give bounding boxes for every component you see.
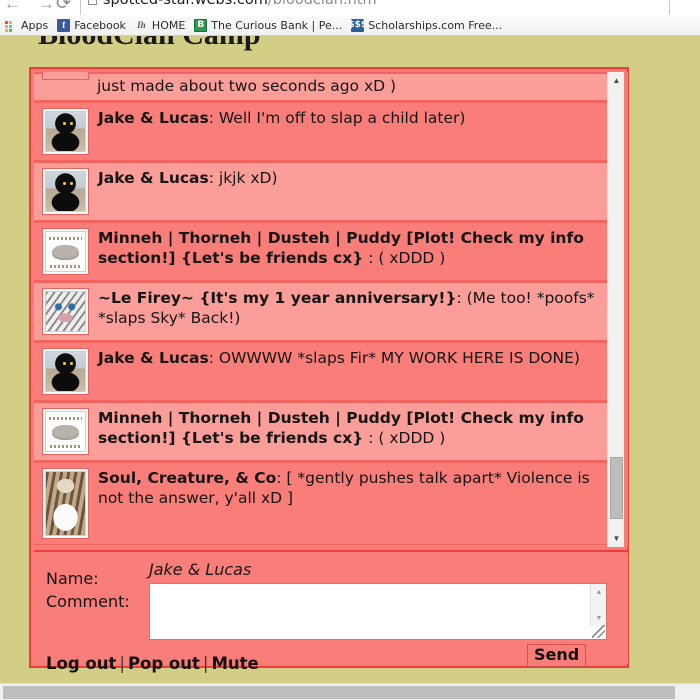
horizontal-scrollbar-thumb[interactable] (3, 686, 675, 699)
chat-message-author: Minneh | Thorneh | Dusteh | Puddy [Plot!… (98, 228, 584, 267)
chat-message: Minneh | Thorneh | Dusteh | Puddy [Plot!… (34, 400, 611, 461)
apps-grid-icon (4, 19, 17, 32)
navigation-buttons[interactable]: ← → (4, 0, 61, 14)
bookmark-label: Facebook (74, 19, 126, 32)
pusheen-cat-avatar (45, 410, 86, 452)
send-button[interactable]: Send (527, 644, 587, 667)
bookmark-label: Scholarships.com Free... (368, 19, 503, 32)
message-form: Name: Jake & Lucas Comment: ▲ ▼ Send Log… (34, 550, 628, 673)
pop-out-link[interactable]: Pop out (128, 654, 200, 673)
bookmark-home[interactable]: Ih HOME (135, 19, 185, 32)
chat-message: ~Le Firey~ {It's my 1 year anniversary!}… (34, 280, 611, 341)
scholarships-icon: $$$ (348, 19, 368, 32)
address-bar[interactable]: spotted-star.webs.com/bloodclan.htm (80, 0, 670, 15)
black-cat-avatar (45, 110, 86, 152)
scroll-down-arrow-icon[interactable]: ▼ (608, 530, 625, 547)
bookmark-curious-bank[interactable]: B The Curious Bank | Pe... (194, 19, 342, 32)
comment-scrollbar[interactable]: ▲ ▼ (590, 584, 606, 626)
avatar (42, 347, 89, 395)
avatar (42, 287, 89, 335)
chat-message-author: Jake & Lucas (98, 108, 209, 127)
pusheen-caption (49, 264, 82, 269)
chat-message: Minneh | Thorneh | Dusteh | Puddy [Plot!… (34, 220, 611, 281)
comment-field-wrapper[interactable]: ▲ ▼ (149, 583, 607, 640)
link-separator: | (202, 654, 209, 673)
scroll-up-arrow-icon[interactable]: ▲ (608, 72, 625, 89)
comment-label: Comment: (46, 592, 130, 611)
url-host: spotted-star.webs.com (103, 0, 268, 8)
chat-message-text: : ( xDDD ) (363, 428, 446, 447)
browser-chrome: ← → ⟳ spotted-star.webs.com/bloodclan.ht… (0, 0, 700, 36)
avatar (42, 167, 89, 215)
avatar (42, 407, 89, 455)
avatar (42, 467, 89, 539)
comment-input[interactable] (150, 584, 590, 639)
black-cat-avatar (45, 170, 86, 212)
chat-message: Soul, Creature, & Co: [ *gently pushes t… (34, 460, 611, 545)
chat-message-author: Soul, Creature, & Co (98, 468, 277, 487)
chat-message: just made about two seconds ago xD ) (34, 72, 611, 101)
comment-scroll-up-icon[interactable]: ▲ (591, 584, 607, 600)
omnibox-strip: ← → ⟳ spotted-star.webs.com/bloodclan.ht… (0, 0, 700, 16)
chat-message-body: Jake & Lucas: jkjk xD) (98, 168, 605, 189)
comment-scroll-down-icon[interactable]: ▼ (591, 610, 607, 626)
avatar (42, 227, 89, 275)
chat-message: Jake & Lucas: Well I'm off to slap a chi… (34, 100, 611, 161)
messages-pane: just made about two seconds ago xD ) Jake… (34, 72, 628, 547)
reload-icon[interactable]: ⟳ (56, 0, 71, 14)
avatar (42, 72, 89, 80)
name-value: Jake & Lucas (149, 560, 252, 579)
pusheen-caption (49, 444, 82, 449)
calico-cat-avatar (45, 470, 86, 536)
chat-message-body: ~Le Firey~ {It's my 1 year anniversary!}… (98, 288, 605, 329)
curious-bank-icon: B (194, 19, 208, 32)
url-path: /bloodclan.htm (267, 0, 377, 8)
chatbox-widget: just made about two seconds ago xD ) Jake… (29, 67, 629, 673)
chat-message: Jake & Lucas: OWWWW *slaps Fir* MY WORK … (34, 340, 611, 401)
bookmark-label: HOME (151, 19, 186, 32)
chat-message-body: Jake & Lucas: Well I'm off to slap a chi… (98, 108, 605, 129)
chat-message-text: : jkjk xD) (208, 168, 278, 187)
chat-message-author: Jake & Lucas (98, 168, 209, 187)
chat-message-body: just made about two seconds ago xD ) (42, 76, 605, 97)
home-italic-icon: Ih (137, 20, 146, 30)
chat-message-author: Minneh | Thorneh | Dusteh | Puddy [Plot!… (98, 408, 584, 447)
chat-message-text: : ( xDDD ) (363, 248, 446, 267)
bookmarks-bar: Apps f Facebook Ih HOME B The Curious Ba… (0, 16, 700, 36)
textarea-resize-grip-icon[interactable] (592, 625, 605, 638)
messages-list[interactable]: just made about two seconds ago xD ) Jake… (34, 72, 611, 547)
chat-message-author: Jake & Lucas (98, 348, 209, 367)
log-out-link[interactable]: Log out (46, 654, 116, 673)
name-label: Name: (46, 569, 99, 588)
bookmark-label: The Curious Bank | Pe... (211, 19, 343, 32)
chat-message-author: ~Le Firey~ {It's my 1 year anniversary!} (98, 288, 457, 307)
chat-message-text: : Well I'm off to slap a child later) (208, 108, 466, 127)
address-bar-text: spotted-star.webs.com/bloodclan.htm (103, 0, 377, 8)
avatar (42, 107, 89, 155)
chat-message-text: just made about two seconds ago xD ) (97, 77, 397, 95)
bookmark-apps[interactable]: Apps (4, 19, 48, 32)
chat-message-body: Minneh | Thorneh | Dusteh | Puddy [Plot!… (98, 228, 605, 269)
page-title: BloodClan Camp (38, 36, 261, 52)
bookmark-facebook[interactable]: f Facebook (57, 19, 126, 32)
messages-scrollbar[interactable]: ▲ ▼ (607, 72, 624, 547)
link-separator: | (119, 654, 125, 673)
chat-message-body: Jake & Lucas: OWWWW *slaps Fir* MY WORK … (98, 348, 605, 369)
footer-links: Log out | Pop out | Mute (46, 654, 259, 673)
chat-message-text: : OWWWW *slaps Fir* MY WORK HERE IS DONE… (208, 348, 580, 367)
facebook-icon: f (57, 19, 71, 32)
mute-link[interactable]: Mute (211, 654, 258, 673)
page-info-icon[interactable] (88, 0, 97, 5)
chat-message-body: Minneh | Thorneh | Dusteh | Puddy [Plot!… (98, 408, 605, 449)
chat-message: Jake & Lucas: jkjk xD) (34, 160, 611, 221)
bookmark-scholarships[interactable]: $$$ Scholarships.com Free... (348, 19, 503, 32)
bookmark-label: Apps (21, 19, 49, 32)
snow-leopard-avatar (45, 290, 86, 332)
chat-message-body: Soul, Creature, & Co: [ *gently pushes t… (98, 468, 605, 509)
page-horizontal-scrollbar[interactable] (0, 683, 700, 700)
scrollbar-thumb[interactable] (610, 457, 623, 519)
web-page: BloodClan Camp just made about two secon… (0, 36, 700, 683)
pusheen-cat-avatar (45, 230, 86, 272)
black-cat-avatar (45, 350, 86, 392)
